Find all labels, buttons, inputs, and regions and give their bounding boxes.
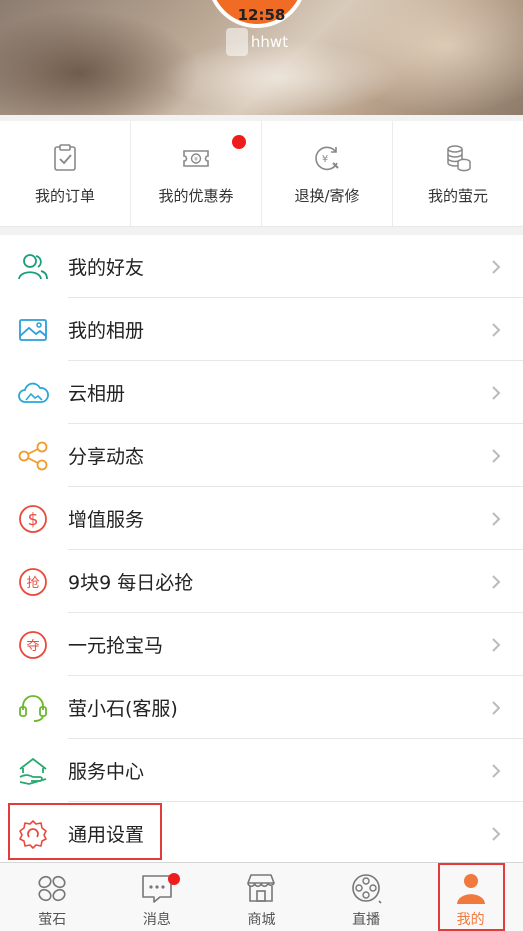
chevron-right-icon [492, 763, 501, 778]
store-icon [247, 874, 276, 902]
menu-label: 分享动态 [68, 446, 145, 468]
quick-label: 我的萤元 [427, 187, 488, 205]
quick-actions: 我的订单 ¥ 我的优惠券 ¥ 退换/寄修 我的萤元 [0, 121, 523, 227]
chevron-right-icon [492, 511, 501, 526]
menu-item-general-settings[interactable]: 通用设置 [0, 802, 523, 865]
photo-album-icon [16, 313, 50, 347]
quick-label: 退换/寄修 [294, 187, 360, 205]
tab-me[interactable]: 我的 [418, 863, 523, 931]
quick-label: 我的优惠券 [158, 187, 234, 205]
snatch-icon: 夺 [16, 628, 50, 662]
svg-text:¥: ¥ [322, 154, 328, 165]
svg-text:¥: ¥ [194, 156, 198, 163]
menu-label: 云相册 [68, 383, 126, 405]
return-repair-icon: ¥ [315, 146, 339, 171]
tab-label: 萤石 [38, 912, 67, 928]
chevron-right-icon [492, 385, 501, 400]
menu-label: 萤小石(客服) [68, 698, 178, 720]
ezviz-icon [38, 875, 66, 902]
menu-label: 服务中心 [68, 761, 145, 783]
profile-header: 12:58 hhwt [0, 0, 523, 115]
gear-icon [16, 817, 50, 851]
menu-item-friends[interactable]: 我的好友 [0, 235, 523, 298]
svg-text:抢: 抢 [26, 575, 39, 591]
cloud-album-icon [16, 376, 50, 410]
menu-item-value-added[interactable]: $ 增值服务 [0, 487, 523, 550]
menu-item-photo-album[interactable]: 我的相册 [0, 298, 523, 361]
chevron-right-icon [492, 574, 501, 589]
menu-label: 9块9 每日必抢 [68, 572, 194, 594]
tab-label: 消息 [142, 912, 171, 928]
menu-label: 通用设置 [68, 824, 145, 846]
menu-item-share[interactable]: 分享动态 [0, 424, 523, 487]
message-badge [167, 873, 180, 885]
menu-label: 一元抢宝马 [68, 635, 164, 657]
grab-icon: 抢 [16, 565, 50, 599]
menu-item-customer-service[interactable]: 萤小石(客服) [0, 676, 523, 739]
chevron-right-icon [492, 259, 501, 274]
tab-messages[interactable]: 消息 [105, 863, 210, 931]
bottom-tab-bar: 萤石 消息 商城 直播 我的 [0, 862, 523, 931]
menu-item-daily-deal[interactable]: 抢 9块9 每日必抢 [0, 550, 523, 613]
tab-label: 我的 [456, 912, 485, 928]
share-icon [16, 439, 50, 473]
friends-icon [16, 250, 50, 284]
quick-my-orders[interactable]: 我的订单 [0, 121, 131, 226]
tab-ezviz[interactable]: 萤石 [0, 863, 105, 931]
menu-item-cloud-album[interactable]: 云相册 [0, 361, 523, 424]
quick-my-coupons[interactable]: ¥ 我的优惠券 [131, 121, 262, 226]
tab-label: 商城 [247, 912, 276, 928]
quick-return-repair[interactable]: ¥ 退换/寄修 [262, 121, 393, 226]
chevron-right-icon [492, 826, 501, 841]
quick-my-coins[interactable]: 我的萤元 [393, 121, 523, 226]
svg-text:夺: 夺 [26, 639, 39, 654]
headset-icon [16, 691, 50, 725]
menu-item-service-center[interactable]: 服务中心 [0, 739, 523, 802]
dollar-icon: $ [16, 502, 50, 536]
chevron-right-icon [492, 637, 501, 652]
clipboard-check-icon [54, 144, 76, 171]
menu-label: 我的好友 [68, 257, 145, 279]
coin-stack-icon [447, 145, 471, 172]
chevron-right-icon [492, 700, 501, 715]
chevron-right-icon [492, 448, 501, 463]
tab-label: 直播 [352, 912, 381, 928]
service-center-icon [16, 754, 50, 788]
chevron-right-icon [492, 322, 501, 337]
menu-label: 我的相册 [68, 320, 145, 342]
tab-store[interactable]: 商城 [209, 863, 314, 931]
username[interactable]: hhwt [0, 33, 523, 51]
status-bar-time: 12:58 [237, 6, 286, 24]
quick-label: 我的订单 [34, 187, 95, 205]
person-icon [456, 874, 485, 904]
menu-label: 增值服务 [68, 509, 145, 531]
coupon-icon: ¥ [183, 150, 209, 167]
svg-text:$: $ [28, 510, 39, 530]
tab-live[interactable]: 直播 [314, 863, 419, 931]
live-icon [352, 874, 382, 904]
menu-list: 我的好友 我的相册 云相册 分享动态 $ 增值服务 抢 9块9 每日必抢 夺 一… [0, 235, 523, 865]
coupon-badge [232, 135, 247, 149]
header-background-center [160, 40, 400, 115]
menu-item-one-yuan-bmw[interactable]: 夺 一元抢宝马 [0, 613, 523, 676]
